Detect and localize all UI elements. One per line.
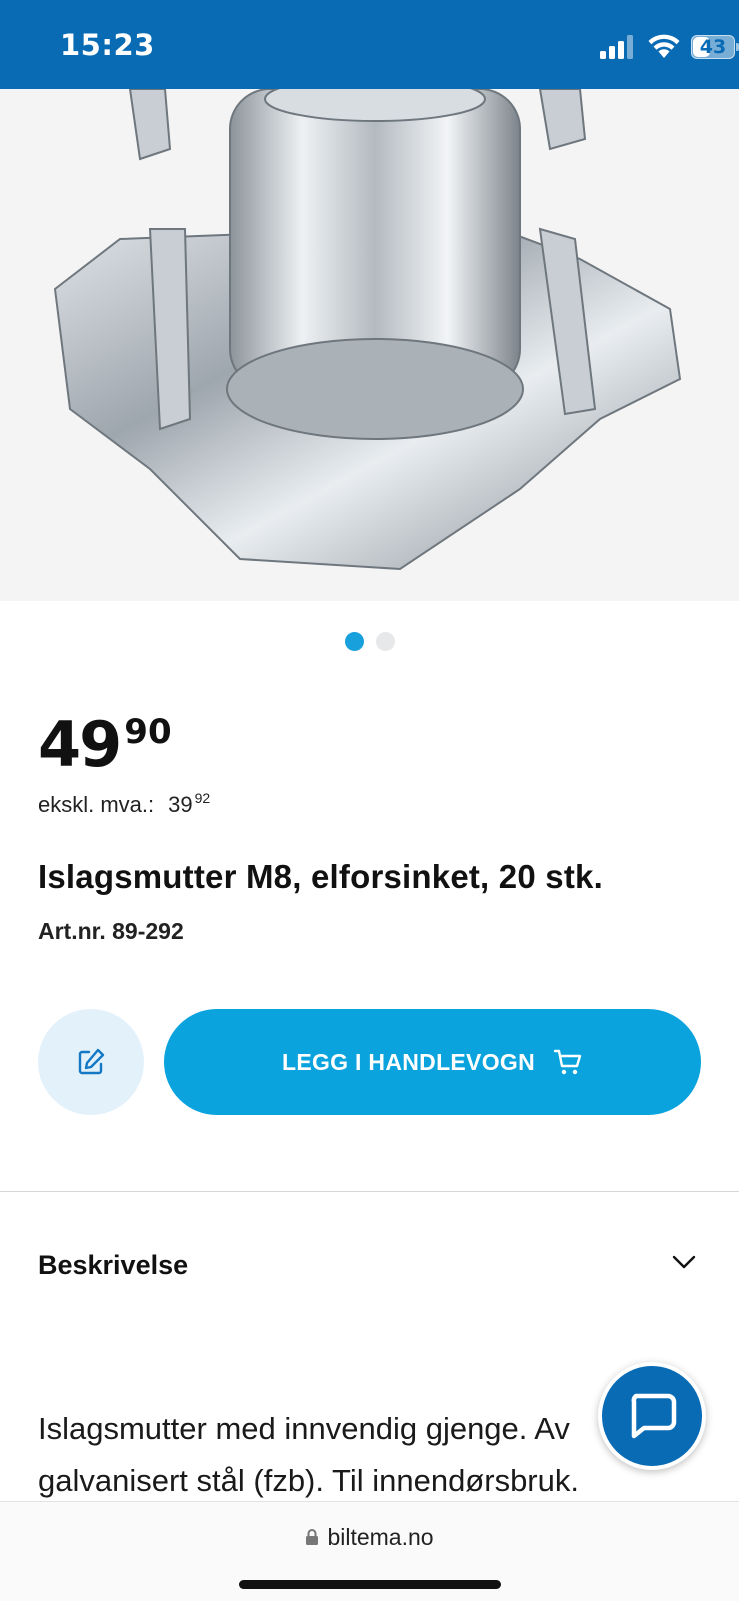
- add-to-cart-button[interactable]: LEGG I HANDLEVOGN: [164, 1009, 701, 1115]
- add-to-list-button[interactable]: [38, 1009, 144, 1115]
- url-text: biltema.no: [327, 1524, 434, 1550]
- ex-vat-decimal: 92: [194, 790, 211, 806]
- status-time: 15:23: [60, 28, 155, 62]
- chevron-down-icon: [672, 1255, 696, 1269]
- pagination-dot[interactable]: [375, 632, 395, 651]
- wifi-icon: [648, 34, 680, 58]
- price-integer: 49: [38, 708, 122, 781]
- chat-button[interactable]: [598, 1362, 706, 1470]
- battery-level: 43: [699, 36, 727, 58]
- price: 49 90: [38, 708, 172, 781]
- ex-vat-integer: 39: [168, 792, 193, 817]
- chat-icon: [631, 1393, 677, 1439]
- section-divider: [0, 1191, 739, 1192]
- image-pagination: [0, 632, 739, 654]
- t-nut-image: [53, 89, 682, 571]
- product-image[interactable]: [0, 89, 739, 601]
- pagination-dot[interactable]: [344, 632, 364, 651]
- edit-icon: [78, 1048, 105, 1075]
- price-decimal: 90: [124, 712, 172, 752]
- signal-icon: [600, 35, 633, 59]
- description-title: Beskrivelse: [38, 1250, 189, 1280]
- price-ex-vat: ekskl. mva.: 39 92: [38, 790, 211, 818]
- product-title: Islagsmutter M8, elforsinket, 20 stk.: [38, 858, 603, 895]
- home-indicator[interactable]: [239, 1580, 501, 1589]
- battery-icon: 43: [691, 35, 739, 59]
- description-text: Islagsmutter med innvendig gjenge. Av ga…: [38, 1411, 579, 1498]
- status-bar: 15:23 43: [0, 0, 739, 89]
- article-number: Art.nr. 89-292: [38, 918, 184, 944]
- ex-vat-label: ekskl. mva.:: [38, 792, 155, 817]
- add-to-cart-label: LEGG I HANDLEVOGN: [281, 1048, 535, 1075]
- description-accordion-header[interactable]: Beskrivelse: [38, 1240, 698, 1290]
- cart-icon: [553, 1049, 582, 1075]
- lock-icon: [306, 1528, 319, 1545]
